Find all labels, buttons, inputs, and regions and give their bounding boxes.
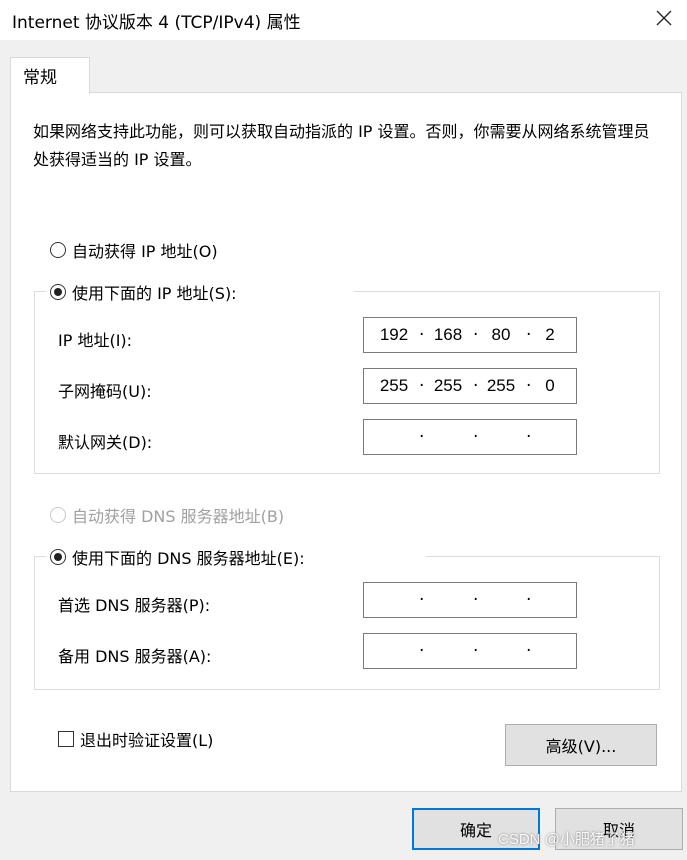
octet: 192 (379, 325, 409, 344)
octet-separator: . (526, 320, 532, 340)
radio-circle-disabled (50, 507, 66, 523)
preferred-dns-label: 首选 DNS 服务器(P): (58, 596, 211, 615)
close-button[interactable] (641, 0, 687, 36)
window-title: Internet 协议版本 4 (TCP/IPv4) 属性 (12, 13, 301, 33)
auto-dns-radio[interactable]: 自动获得 DNS 服务器地址(B) (50, 503, 284, 527)
dns-group-box (34, 556, 660, 690)
auto-ip-label: 自动获得 IP 地址(O) (72, 242, 218, 261)
octet-separator: . (473, 422, 479, 442)
alternate-dns-input[interactable]: . . . (363, 633, 577, 669)
octet-separator: . (526, 636, 532, 656)
validate-on-exit-checkbox[interactable]: 退出时验证设置(L) (58, 727, 213, 751)
radio-dot (54, 553, 62, 561)
ip-address-input[interactable]: 192 . 168 . 80 . 2 (363, 317, 577, 353)
octet: 168 (433, 325, 463, 344)
default-gateway-label: 默认网关(D): (58, 433, 153, 452)
manual-dns-radio[interactable]: 使用下面的 DNS 服务器地址(E): (50, 545, 305, 569)
checkbox-box (58, 731, 74, 747)
octet-separator: . (473, 320, 479, 340)
octet: 255 (379, 376, 409, 395)
advanced-button[interactable]: 高级(V)... (505, 724, 657, 766)
subnet-mask-input[interactable]: 255 . 255 . 255 . 0 (363, 368, 577, 404)
octet: 80 (491, 325, 511, 344)
octet-separator: . (419, 585, 425, 605)
octet-separator: . (419, 320, 425, 340)
manual-dns-label: 使用下面的 DNS 服务器地址(E): (72, 549, 305, 568)
octet: 0 (545, 376, 555, 395)
ip-address-label: IP 地址(I): (58, 331, 133, 350)
radio-circle-selected (50, 549, 66, 565)
octet: 2 (545, 325, 555, 344)
octet-separator: . (526, 371, 532, 391)
radio-dot (54, 288, 62, 296)
validate-on-exit-label: 退出时验证设置(L) (80, 731, 214, 750)
tab-general-label: 常规 (23, 68, 57, 88)
octet-separator: . (473, 371, 479, 391)
octet-separator: . (473, 585, 479, 605)
close-icon (656, 10, 672, 26)
octet-separator: . (473, 636, 479, 656)
auto-dns-label: 自动获得 DNS 服务器地址(B) (72, 507, 285, 526)
auto-ip-radio[interactable]: 自动获得 IP 地址(O) (50, 238, 218, 262)
watermark: CSDN @小肥猪了猪 (498, 831, 635, 848)
tab-general[interactable]: 常规 (10, 57, 90, 94)
radio-circle-selected (50, 284, 66, 300)
radio-circle (50, 242, 66, 258)
octet-separator: . (526, 422, 532, 442)
preferred-dns-input[interactable]: . . . (363, 582, 577, 618)
alternate-dns-label: 备用 DNS 服务器(A): (58, 647, 212, 666)
title-bar: Internet 协议版本 4 (TCP/IPv4) 属性 (0, 0, 687, 40)
octet-separator: . (419, 636, 425, 656)
octet-separator: . (526, 585, 532, 605)
description-text: 如果网络支持此功能，则可以获取自动指派的 IP 设置。否则，你需要从网络系统管理… (33, 122, 650, 169)
octet: 255 (486, 376, 516, 395)
octet: 255 (433, 376, 463, 395)
manual-ip-radio[interactable]: 使用下面的 IP 地址(S): (50, 280, 237, 304)
octet-separator: . (419, 371, 425, 391)
subnet-mask-label: 子网掩码(U): (58, 382, 152, 401)
default-gateway-input[interactable]: . . . (363, 419, 577, 455)
manual-ip-label: 使用下面的 IP 地址(S): (72, 284, 237, 303)
octet-separator: . (419, 422, 425, 442)
